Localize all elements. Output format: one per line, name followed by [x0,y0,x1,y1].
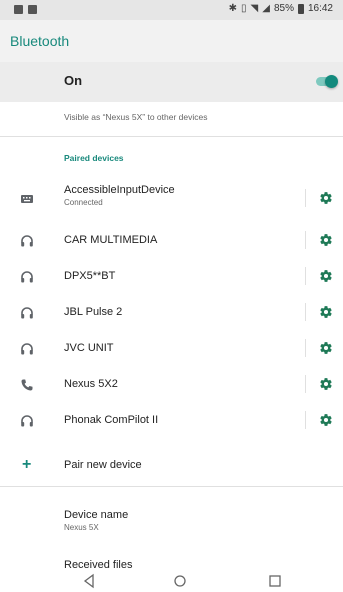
gear-icon[interactable] [319,413,333,427]
device-row[interactable]: JVC UNIT [0,330,343,366]
notification-icon [14,5,23,14]
signal-icon: ◢ [262,3,270,14]
device-name: JBL Pulse 2 [64,306,123,318]
device-row[interactable]: AccessibleInputDevice Connected [0,180,343,216]
visibility-text: Visible as “Nexus 5X” to other devices [64,112,208,122]
device-name: CAR MULTIMEDIA [64,234,158,246]
divider [305,231,306,249]
keyboard-icon [21,195,33,203]
bluetooth-toggle-label: On [64,73,83,88]
paired-devices-header: Paired devices [64,153,124,163]
divider [305,375,306,393]
notification-icons [14,5,37,14]
divider [305,267,306,285]
device-name: AccessibleInputDevice [64,184,175,196]
divider [0,486,343,487]
divider [305,189,306,207]
device-name: JVC UNIT [64,342,114,354]
app-bar: Bluetooth [0,20,343,62]
page-title: Bluetooth [10,33,70,49]
divider [0,136,343,137]
bluetooth-toggle-switch[interactable] [316,72,338,92]
toggle-thumb [325,75,338,88]
gear-icon[interactable] [319,233,333,247]
received-files-setting[interactable]: Received files [0,557,343,571]
phone-icon [21,379,33,391]
device-row[interactable]: CAR MULTIMEDIA [0,222,343,258]
battery-percent: 85% [273,3,294,14]
device-name: Nexus 5X2 [64,378,118,390]
device-row[interactable]: JBL Pulse 2 [0,294,343,330]
bluetooth-toggle-row[interactable]: On [0,62,343,102]
device-name-value: Nexus 5X [64,523,99,532]
device-name: Phonak ComPilot II [64,414,159,426]
headset-icon [21,271,33,283]
status-icons: ✱ ▯ ◥ ◢ 85% 16:42 [229,3,333,14]
device-name-label: Device name [64,509,129,521]
device-row[interactable]: Nexus 5X2 [0,366,343,402]
device-name-setting[interactable]: Device name Nexus 5X [0,505,343,537]
received-files-label: Received files [64,559,133,571]
status-bar: ✱ ▯ ◥ ◢ 85% 16:42 [0,0,343,20]
clock: 16:42 [307,3,333,14]
plus-icon: + [22,456,32,473]
gear-icon[interactable] [319,377,333,391]
pair-new-device-label: Pair new device [64,459,142,471]
pair-new-device-button[interactable]: + Pair new device [0,452,343,480]
headset-icon [21,343,33,355]
recents-icon[interactable] [268,573,282,589]
navigation-bar [0,571,343,592]
back-icon[interactable] [82,573,96,589]
battery-icon [297,3,304,14]
device-name: DPX5**BT [64,270,116,282]
divider [305,339,306,357]
headset-icon [21,307,33,319]
headset-icon [21,235,33,247]
gear-icon[interactable] [319,269,333,283]
gear-icon[interactable] [319,305,333,319]
device-row[interactable]: Phonak ComPilot II [0,402,343,438]
wifi-icon: ◥ [250,3,259,14]
device-row[interactable]: DPX5**BT [0,258,343,294]
home-icon[interactable] [172,573,188,589]
notification-icon [28,5,37,14]
gear-icon[interactable] [319,341,333,355]
bluetooth-icon: ✱ [228,3,238,14]
divider [305,303,306,321]
vibrate-icon: ▯ [241,3,247,14]
device-status: Connected [64,198,103,207]
divider [305,411,306,429]
headset-icon [21,415,33,427]
gear-icon[interactable] [319,191,333,205]
